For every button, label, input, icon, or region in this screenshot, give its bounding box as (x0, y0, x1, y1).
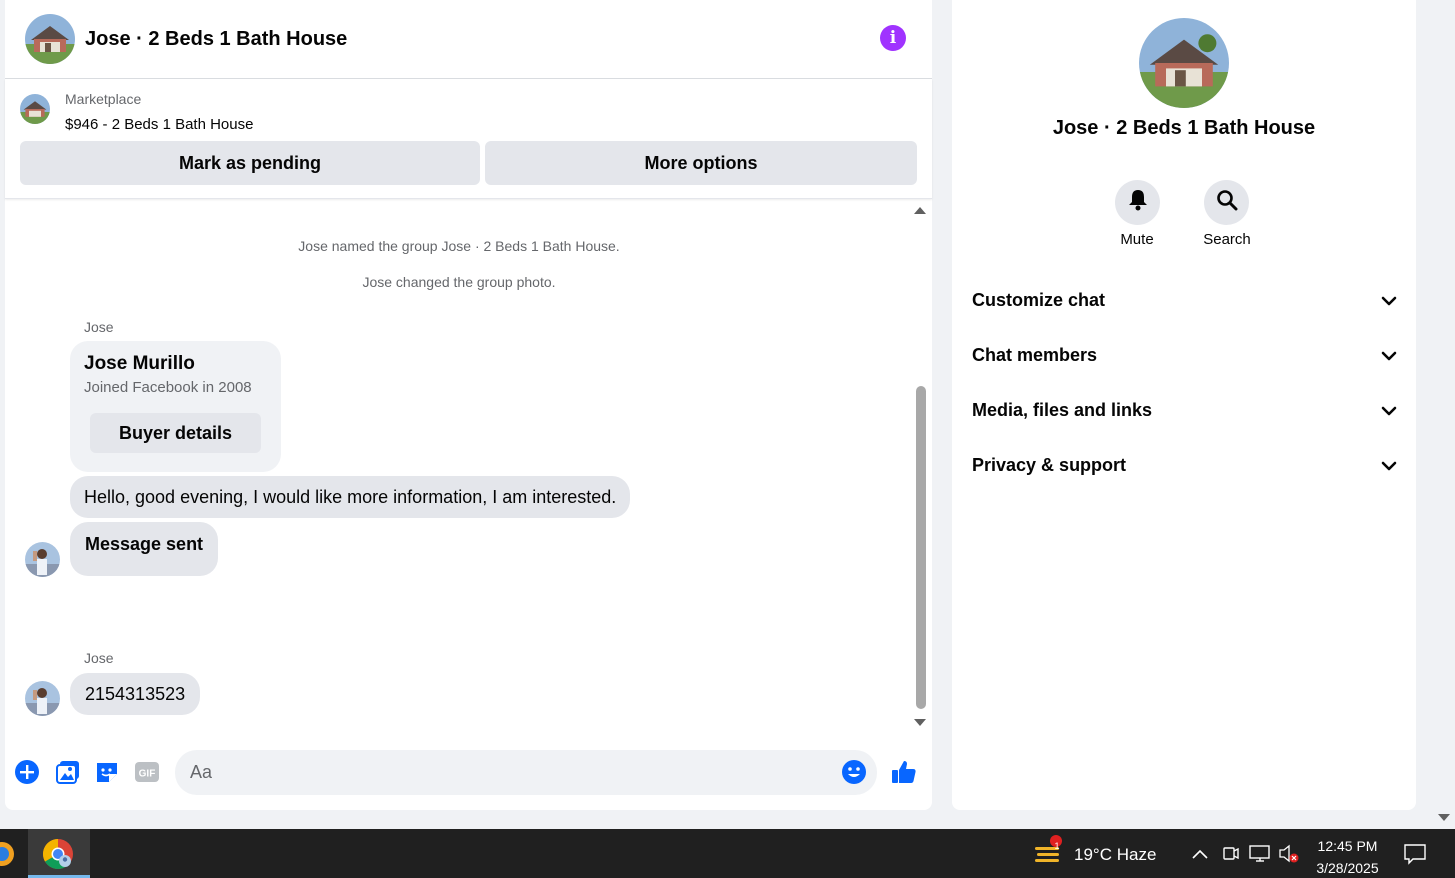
avatar[interactable] (25, 542, 60, 577)
clock[interactable]: 12:45 PM 3/28/2025 (1305, 835, 1390, 878)
like-icon[interactable] (891, 759, 917, 785)
group-photo-large[interactable] (1139, 18, 1229, 108)
volume-muted-icon[interactable] (1278, 829, 1300, 878)
composer: GIF (5, 745, 932, 800)
chevron-down-icon (1381, 455, 1397, 476)
message-bubble[interactable]: Message sent (70, 522, 219, 576)
buyer-joined: Joined Facebook in 2008 (84, 379, 252, 396)
section-label: Media, files and links (972, 399, 1153, 420)
message-input[interactable] (175, 750, 877, 795)
section-chat-members[interactable]: Chat members (972, 335, 1397, 375)
message-bubble[interactable]: Hello, good evening, I would like more i… (70, 476, 631, 518)
scrollbar-thumb[interactable] (916, 386, 926, 709)
mute-label: Mute (1120, 231, 1154, 248)
chevron-down-icon (1381, 345, 1397, 366)
chat-title[interactable]: Jose · 2 Beds 1 Bath House (85, 28, 347, 51)
chevron-up-icon[interactable] (1190, 829, 1210, 878)
section-customize-chat[interactable]: Customize chat (972, 280, 1397, 320)
taskbar-app-icon[interactable] (0, 829, 16, 878)
mark-as-pending-button[interactable]: Mark as pending (20, 141, 480, 185)
message-list: Jose named the group Jose · 2 Beds 1 Bat… (5, 200, 932, 735)
search-label: Search (1203, 231, 1251, 248)
info-icon[interactable]: i (880, 25, 906, 51)
section-label: Privacy & support (972, 454, 1127, 475)
weather-text[interactable]: 19°C Haze (1074, 845, 1156, 865)
marketplace-listing: Marketplace $946 - 2 Beds 1 Bath House M… (5, 79, 932, 199)
search-button[interactable] (1204, 180, 1249, 225)
chrome-icon (42, 838, 74, 875)
sender-name: Jose (84, 650, 114, 666)
system-message: Jose changed the group photo. (362, 274, 556, 290)
svg-text:GIF: GIF (139, 769, 156, 780)
clock-time: 12:45 PM (1317, 838, 1378, 854)
page-scroll-down-arrow[interactable] (1438, 814, 1450, 821)
more-options-button[interactable]: More options (485, 141, 917, 185)
mute-button[interactable] (1115, 180, 1160, 225)
listing-thumbnail[interactable] (20, 94, 50, 124)
sticker-icon[interactable] (94, 759, 120, 785)
chat-panel: Jose · 2 Beds 1 Bath House i Marketplace… (5, 0, 932, 810)
buyer-details-button[interactable]: Buyer details (90, 413, 261, 453)
listing-title[interactable]: $946 - 2 Beds 1 Bath House (65, 116, 253, 133)
conversation-info-panel: Jose · 2 Beds 1 Bath House Mute Search C… (952, 0, 1416, 810)
bell-icon (1128, 189, 1148, 216)
search-icon (1216, 189, 1238, 216)
chevron-down-icon (1381, 400, 1397, 421)
taskbar: 1 19°C Haze 12:45 PM 3/28/2025 (0, 829, 1455, 878)
sender-name: Jose (84, 319, 114, 335)
weather-icon[interactable] (1032, 829, 1064, 878)
group-photo[interactable] (25, 14, 75, 64)
notifications-icon[interactable] (1402, 829, 1428, 878)
meet-icon[interactable] (1222, 829, 1240, 878)
system-message: Jose named the group Jose · 2 Beds 1 Bat… (298, 238, 620, 254)
network-icon[interactable] (1248, 829, 1272, 878)
section-label: Chat members (972, 344, 1098, 365)
taskbar-chrome-app[interactable] (28, 829, 90, 878)
marketplace-label: Marketplace (65, 91, 142, 107)
section-privacy-support[interactable]: Privacy & support (972, 445, 1397, 485)
plus-icon[interactable] (14, 759, 40, 785)
buyer-name: Jose Murillo (84, 353, 195, 374)
section-media-files-links[interactable]: Media, files and links (972, 390, 1397, 430)
section-label: Customize chat (972, 289, 1106, 310)
avatar[interactable] (25, 681, 60, 716)
message-bubble[interactable]: 2154313523 (70, 673, 201, 715)
info-title: Jose · 2 Beds 1 Bath House (1052, 117, 1316, 139)
notification-badge: 1 (1054, 841, 1060, 851)
emoji-icon[interactable] (841, 759, 867, 785)
clock-date: 3/28/2025 (1316, 860, 1379, 876)
gif-icon[interactable]: GIF (134, 759, 160, 785)
chat-header: Jose · 2 Beds 1 Bath House i (5, 0, 932, 79)
scroll-down-arrow[interactable] (914, 719, 926, 726)
image-icon[interactable] (55, 759, 81, 785)
scroll-up-arrow[interactable] (914, 207, 926, 214)
buyer-card: Jose Murillo Joined Facebook in 2008 Buy… (70, 341, 281, 472)
chevron-down-icon (1381, 290, 1397, 311)
